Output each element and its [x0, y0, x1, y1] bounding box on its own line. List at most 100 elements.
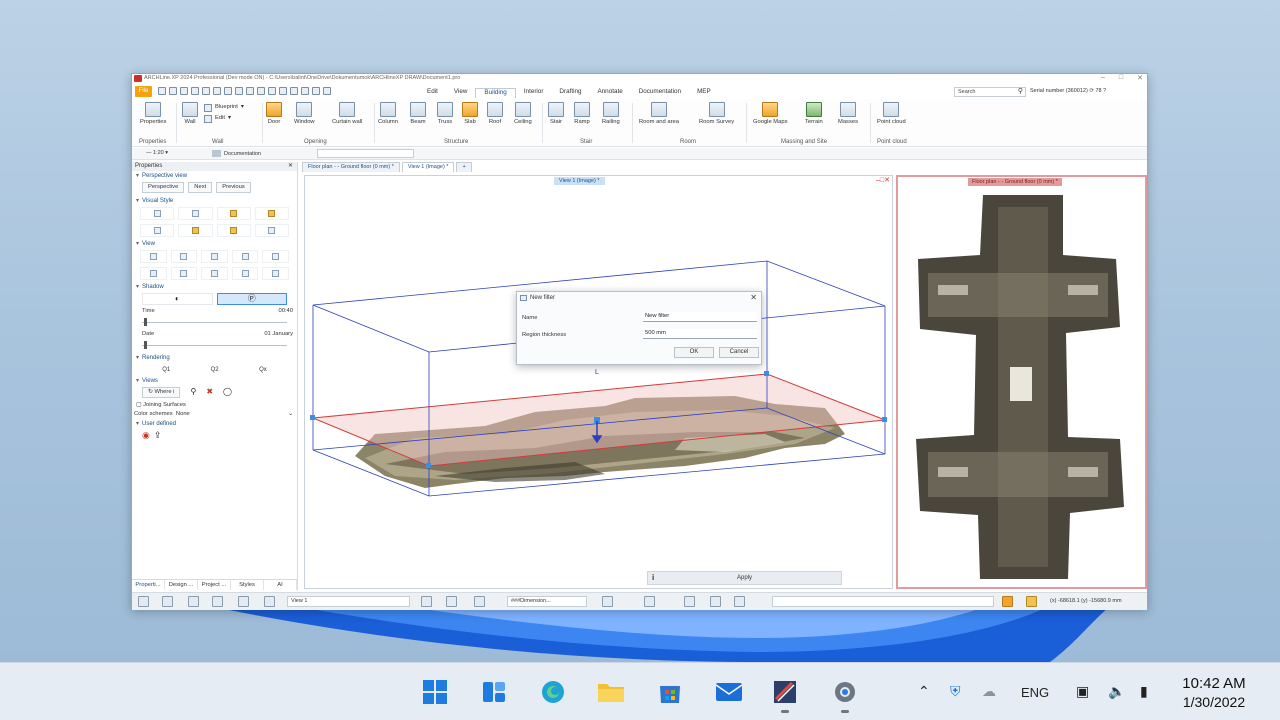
tab-annotate[interactable]: Annotate	[589, 88, 630, 98]
maximize-icon[interactable]: □	[1119, 74, 1123, 82]
hidden-line-style-icon[interactable]	[178, 207, 213, 220]
properties-button[interactable]: Properties	[140, 102, 166, 125]
search-input[interactable]: Search ⚲	[954, 87, 1026, 97]
layers-icon[interactable]	[264, 596, 275, 607]
realistic-style-icon[interactable]	[216, 224, 251, 237]
tab-interior[interactable]: Interior	[516, 88, 552, 98]
shadow-on-icon[interactable]: Ⓟ	[216, 293, 287, 305]
render-qx-button[interactable]: Qx	[259, 364, 267, 376]
camera-icon[interactable]	[710, 596, 721, 607]
perspective-view-section[interactable]: Perspective view	[132, 171, 297, 182]
curtain-wall-button[interactable]: Curtain wall	[332, 102, 362, 125]
visual-style-section[interactable]: Visual Style	[132, 196, 297, 207]
time-slider-handle[interactable]	[144, 318, 147, 326]
point-cloud-button[interactable]: Point cloud	[877, 102, 906, 125]
ramp-button[interactable]: Ramp	[574, 102, 590, 125]
apply-button[interactable]: Apply	[737, 575, 752, 581]
views-section[interactable]: Views	[132, 376, 297, 387]
widgets-button[interactable]	[479, 677, 509, 707]
close-panel-icon[interactable]: ✕	[288, 162, 293, 171]
stair-button[interactable]: Stair	[548, 102, 564, 125]
chevron-down-icon[interactable]: ⌄	[288, 410, 293, 419]
region-thickness-field[interactable]: 500 mm	[643, 329, 757, 339]
door-button[interactable]: Door	[266, 102, 282, 125]
tab-add[interactable]: +	[456, 162, 472, 172]
wall-button[interactable]: Wall	[182, 102, 198, 125]
eraser-icon[interactable]	[246, 87, 254, 95]
command-input[interactable]	[772, 596, 994, 607]
network-icon[interactable]: ▣	[1076, 683, 1089, 700]
select-icon[interactable]	[238, 596, 249, 607]
view-left-icon[interactable]	[262, 250, 289, 263]
floor-plan-drawing[interactable]	[898, 177, 1145, 587]
ceiling-button[interactable]: Ceiling	[514, 102, 532, 125]
time-slider[interactable]	[142, 318, 287, 326]
file-menu[interactable]: File	[135, 86, 152, 97]
sketch-style-icon[interactable]	[140, 224, 175, 237]
view-3d[interactable]: L View 1 (Image) * –□✕	[304, 175, 893, 589]
xray-style-icon[interactable]	[254, 224, 289, 237]
ortho-icon[interactable]	[212, 596, 223, 607]
terrain-button[interactable]: Terrain	[805, 102, 823, 125]
floor-plan-view[interactable]: Floor plan - - Ground floor (0 mm) *	[896, 175, 1147, 589]
perspective-button[interactable]: Perspective	[142, 182, 185, 193]
view-iso-sw-icon[interactable]	[140, 267, 167, 280]
view-back-icon[interactable]	[231, 250, 259, 263]
battery-icon[interactable]: ▮	[1140, 683, 1148, 700]
tab-view-1[interactable]: View 1 (Image) *	[401, 162, 455, 172]
where-button[interactable]: ↻ Where i	[142, 387, 181, 398]
layer-stack-icon[interactable]	[602, 596, 613, 607]
defender-icon[interactable]: ⛨	[950, 683, 961, 700]
file-explorer-button[interactable]	[596, 677, 626, 707]
tab-building[interactable]: Building	[475, 88, 516, 98]
railing-button[interactable]: Railing	[602, 102, 620, 125]
arc-icon[interactable]	[290, 87, 298, 95]
view-iso-nw-icon[interactable]	[231, 267, 259, 280]
minimize-icon[interactable]: –	[1101, 74, 1105, 82]
language-indicator[interactable]: ENG	[1021, 685, 1049, 700]
blueprint-button[interactable]: Blueprint ▾	[204, 102, 244, 113]
roof-button[interactable]: Roof	[487, 102, 503, 125]
window-button[interactable]: Window	[294, 102, 315, 125]
tab-edit[interactable]: Edit	[419, 88, 446, 98]
user-defined-red-icon[interactable]: ◉	[142, 430, 150, 441]
measure-icon[interactable]	[734, 596, 745, 607]
ok-button[interactable]: OK	[674, 347, 714, 358]
save-icon[interactable]	[180, 87, 188, 95]
tab-mep[interactable]: MEP	[689, 88, 719, 98]
beam-button[interactable]: Beam	[410, 102, 426, 125]
delete-view-icon[interactable]: ✖	[206, 387, 213, 398]
view-camera-icon[interactable]	[262, 267, 289, 280]
tab-ai[interactable]: AI	[264, 580, 297, 590]
view-section[interactable]: View	[132, 239, 297, 250]
color-style-icon[interactable]	[178, 224, 213, 237]
start-button[interactable]	[420, 677, 450, 707]
date-slider[interactable]	[142, 341, 287, 349]
view-select[interactable]: View 1	[287, 596, 410, 607]
arrow-down-icon[interactable]	[446, 596, 457, 607]
masses-button[interactable]: Masses	[838, 102, 858, 125]
copy-icon[interactable]	[213, 87, 221, 95]
layer-dropdown[interactable]	[317, 149, 414, 158]
dimension-style-select[interactable]: ###Dimension...	[507, 596, 587, 607]
shaded-style-icon[interactable]	[216, 207, 251, 220]
hide-view-icon[interactable]: ◯	[223, 387, 232, 398]
shadow-section[interactable]: Shadow	[132, 282, 297, 293]
new-icon[interactable]	[158, 87, 166, 95]
text-icon[interactable]	[644, 596, 655, 607]
arrow-up-icon[interactable]	[421, 596, 432, 607]
tab-view[interactable]: View	[446, 88, 476, 98]
name-field[interactable]: New filter	[643, 312, 757, 322]
trash-icon[interactable]	[257, 87, 265, 95]
google-maps-button[interactable]: Google Maps	[753, 102, 787, 125]
user-defined-add-icon[interactable]: ⇪	[154, 430, 162, 441]
rotate-icon[interactable]	[312, 87, 320, 95]
wireframe-style-icon[interactable]	[140, 207, 175, 220]
point-cloud-3d-scene[interactable]: L	[305, 176, 894, 590]
search-icon[interactable]: ⚲	[1018, 88, 1023, 96]
move-icon[interactable]	[301, 87, 309, 95]
view-right-icon[interactable]	[201, 250, 228, 263]
color-schemes-row[interactable]: Color schemes None ⌄	[132, 410, 297, 419]
scale-select[interactable]: — 1:20 ▾	[146, 150, 168, 156]
tab-floor-plan[interactable]: Floor plan - - Ground floor (0 mm) *	[302, 162, 400, 172]
